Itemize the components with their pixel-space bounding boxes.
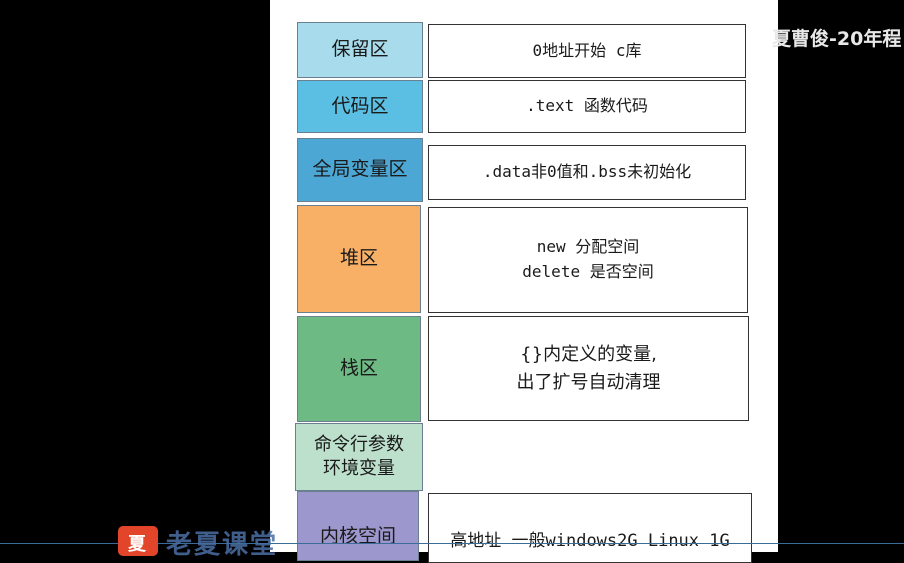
desc-kernel-text: 高地址 一般windows2G Linux 1G (450, 530, 730, 551)
desc-kernel: 高地址 一般windows2G Linux 1G (428, 493, 752, 563)
desc-reserved-text: 0地址开始 c库 (532, 40, 642, 60)
desc-code-text: .text 函数代码 (526, 96, 648, 116)
desc-heap-text: new 分配空间 delete 是否空间 (522, 237, 654, 281)
desc-stack-text: {}内定义的变量, 出了扩号自动清理 (516, 343, 661, 393)
segment-code: 代码区 (297, 80, 423, 133)
segment-global-label: 全局变量区 (312, 158, 408, 181)
segment-reserved-label: 保留区 (331, 38, 389, 61)
segment-reserved: 保留区 (297, 22, 423, 78)
author-watermark: 夏曹俊-20年程 (772, 28, 902, 50)
segment-heap-label: 堆区 (339, 247, 378, 270)
segment-args-env: 命令行参数 环境变量 (295, 423, 423, 491)
desc-code: .text 函数代码 (428, 80, 746, 133)
slide-canvas: 保留区 0地址开始 c库 代码区 .text 函数代码 全局变量区 .data非… (270, 0, 778, 563)
brand-logo-text: 老夏课堂 (166, 530, 279, 560)
desc-global-text: .data非0值和.bss未初始化 (482, 162, 692, 182)
segment-kernel-label: 内核空间 (319, 525, 396, 548)
desc-reserved: 0地址开始 c库 (428, 24, 746, 78)
segment-kernel: 内核空间 (297, 491, 419, 561)
segment-stack: 栈区 (297, 316, 421, 422)
desc-global: .data非0值和.bss未初始化 (428, 145, 746, 200)
desc-stack: {}内定义的变量, 出了扩号自动清理 (428, 316, 749, 421)
segment-stack-label: 栈区 (339, 357, 378, 380)
desc-heap: new 分配空间 delete 是否空间 (428, 207, 748, 313)
segment-heap: 堆区 (297, 205, 421, 313)
brand-logo-mark: 夏 (128, 534, 146, 555)
segment-code-label: 代码区 (331, 94, 389, 117)
segment-args-env-label: 命令行参数 环境变量 (314, 433, 404, 479)
segment-global: 全局变量区 (297, 138, 423, 202)
